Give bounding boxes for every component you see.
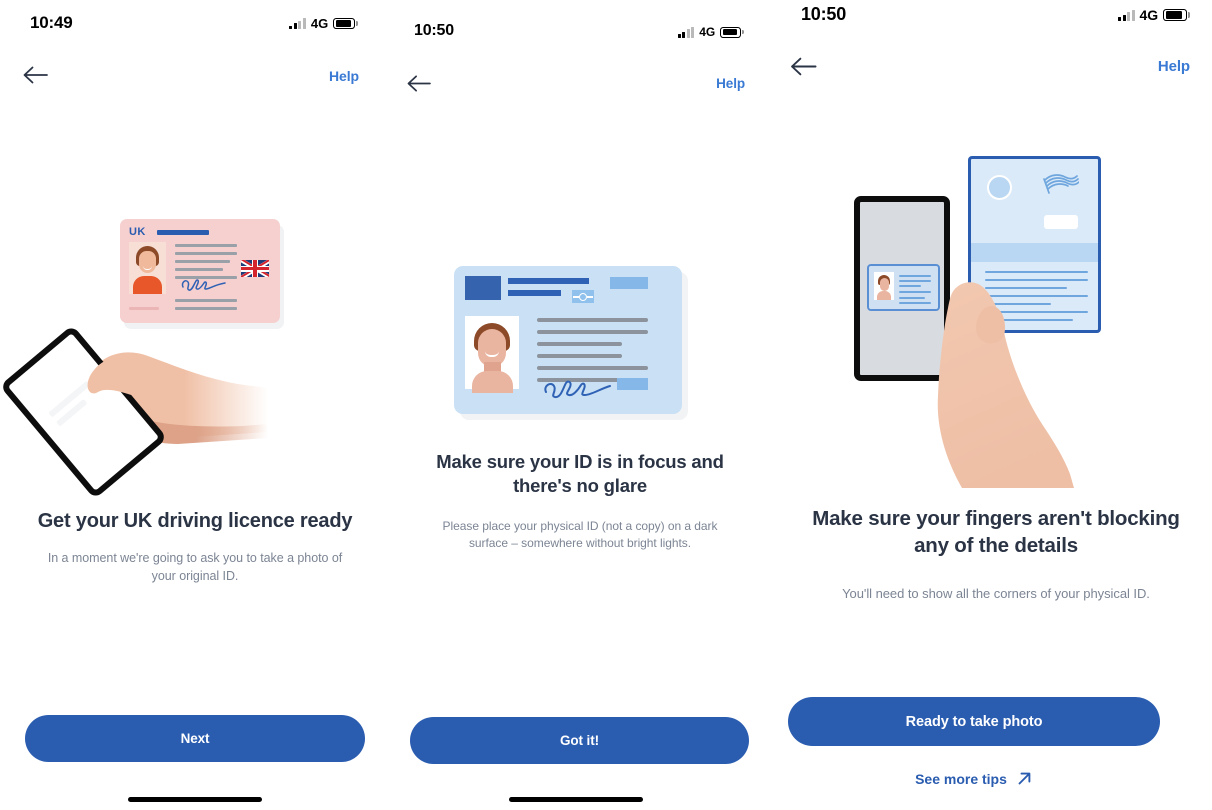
id-card-logo-block bbox=[465, 276, 501, 300]
id-card-portrait-photo bbox=[465, 316, 519, 393]
licence-text-line bbox=[175, 307, 237, 311]
help-link-2[interactable]: Help bbox=[716, 76, 745, 91]
licence-pink-line bbox=[129, 307, 159, 311]
back-arrow-icon bbox=[791, 57, 817, 75]
got-it-button[interactable]: Got it! bbox=[410, 717, 749, 764]
licence-text-line bbox=[175, 260, 230, 264]
headline-3: Make sure your fingers aren't blocking a… bbox=[812, 507, 1180, 558]
signature-icon bbox=[181, 279, 226, 291]
status-indicators-1: 4G bbox=[289, 16, 358, 31]
screenshot-stage: 10:49 4G Help UK Get your UK driving lic… bbox=[0, 0, 1212, 810]
home-indicator-2 bbox=[509, 797, 643, 802]
back-button-3[interactable] bbox=[785, 50, 821, 82]
id-card-text-line bbox=[537, 318, 648, 322]
battery-icon bbox=[1163, 8, 1190, 22]
cellular-bars-icon bbox=[289, 18, 306, 29]
id-chip-icon bbox=[572, 290, 594, 303]
status-time-2: 10:50 bbox=[414, 22, 454, 39]
hand-shape-front bbox=[937, 282, 1074, 488]
network-type-label-1: 4G bbox=[310, 16, 329, 31]
licence-text-line bbox=[175, 252, 237, 256]
id-card-title-line bbox=[508, 290, 561, 296]
licence-text-line bbox=[175, 268, 223, 272]
see-more-tips-link[interactable]: See more tips bbox=[788, 770, 1160, 787]
union-jack-flag-icon bbox=[241, 260, 269, 277]
headline-2: Make sure your ID is in focus and there'… bbox=[436, 451, 724, 497]
subtext-2: Please place your physical ID (not a cop… bbox=[442, 519, 718, 551]
waving-flag-icon bbox=[1043, 174, 1079, 194]
back-arrow-icon bbox=[23, 66, 48, 84]
status-time-3: 10:50 bbox=[801, 4, 847, 24]
subtext-3: You'll need to show all the corners of y… bbox=[842, 586, 1150, 601]
blue-id-card bbox=[454, 266, 682, 414]
id-card-text-line bbox=[537, 342, 622, 346]
licence-text-line bbox=[175, 299, 237, 303]
uk-driving-licence-card: UK bbox=[120, 219, 280, 323]
next-button[interactable]: Next bbox=[25, 715, 365, 762]
see-more-tips-label: See more tips bbox=[915, 770, 1007, 787]
status-bar-3: 10:50 4G bbox=[780, 0, 1212, 36]
id-card-title-line bbox=[508, 278, 589, 284]
status-indicators-3: 4G bbox=[1118, 7, 1190, 23]
licence-text-line bbox=[175, 244, 237, 248]
phone-screen-2: 10:50 4G Help Make sure your ID is in fo… bbox=[390, 10, 770, 810]
battery-icon bbox=[720, 26, 744, 38]
id-card-text-line bbox=[537, 354, 622, 358]
status-bar-2: 10:50 4G bbox=[390, 10, 770, 54]
cellular-bars-icon bbox=[677, 26, 695, 38]
help-link-1[interactable]: Help bbox=[329, 68, 359, 84]
status-time-1: 10:49 bbox=[30, 13, 73, 32]
id-card-corner-block bbox=[617, 378, 648, 390]
back-button-1[interactable] bbox=[18, 60, 52, 90]
thumb-shape bbox=[87, 356, 160, 396]
back-button-2[interactable] bbox=[402, 69, 434, 98]
signature-icon bbox=[544, 380, 611, 399]
back-arrow-icon bbox=[407, 75, 431, 92]
id-card-text-line bbox=[537, 366, 648, 370]
cellular-bars-icon bbox=[1118, 9, 1135, 21]
status-indicators-2: 4G bbox=[677, 25, 744, 39]
phone-screen-3: 10:50 4G Help Make sure your fingers are… bbox=[780, 0, 1212, 810]
licence-country-label: UK bbox=[129, 226, 146, 238]
home-indicator-1 bbox=[128, 797, 262, 802]
external-link-arrow-icon bbox=[1018, 772, 1031, 785]
licence-header-bar bbox=[157, 230, 209, 235]
network-type-label-2: 4G bbox=[699, 25, 716, 39]
hand-holding-phone-graphic bbox=[0, 320, 293, 500]
network-type-label-3: 4G bbox=[1139, 7, 1159, 23]
hand-holding-phone-graphic-3 bbox=[838, 196, 1148, 496]
status-bar-1: 10:49 4G bbox=[0, 0, 390, 44]
headline-1: Get your UK driving licence ready bbox=[37, 510, 353, 532]
illustration-2 bbox=[450, 260, 700, 420]
illustration-3 bbox=[838, 148, 1158, 498]
id-card-corner-block bbox=[610, 277, 648, 289]
help-link-3[interactable]: Help bbox=[1158, 58, 1190, 75]
id-card-text-line bbox=[537, 330, 648, 334]
phone-screen-1: 10:49 4G Help UK Get your UK driving lic… bbox=[0, 0, 390, 810]
licence-portrait-photo bbox=[129, 242, 166, 294]
illustration-1: UK bbox=[0, 205, 318, 500]
ready-to-take-photo-button[interactable]: Ready to take photo bbox=[788, 697, 1160, 746]
battery-icon bbox=[333, 17, 358, 30]
subtext-1: In a moment we're going to ask you to ta… bbox=[47, 551, 343, 584]
